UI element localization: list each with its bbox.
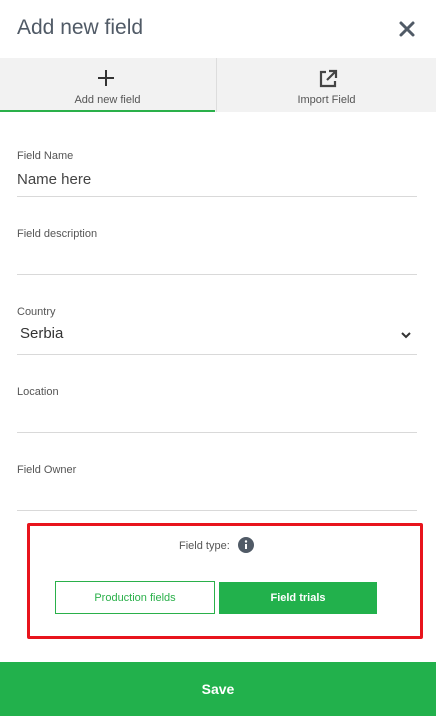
field-owner-group: Field Owner: [17, 464, 417, 512]
info-circle-icon: [238, 537, 254, 553]
location-underline: [17, 432, 417, 433]
field-name-input[interactable]: [17, 168, 417, 190]
save-button[interactable]: Save: [0, 662, 436, 716]
field-description-input[interactable]: [17, 246, 417, 268]
external-link-icon: [319, 69, 338, 88]
location-input[interactable]: [17, 404, 417, 426]
chevron-down-icon: [401, 332, 411, 339]
field-owner-input[interactable]: [17, 482, 417, 504]
tab-import-field[interactable]: Import Field: [216, 58, 436, 112]
dialog-header: Add new field: [0, 0, 436, 58]
location-group: Location: [17, 386, 417, 434]
field-name-underline: [17, 196, 417, 197]
country-label: Country: [17, 306, 56, 318]
country-underline: [17, 354, 417, 355]
field-owner-label: Field Owner: [17, 464, 77, 476]
close-icon: [399, 21, 415, 37]
field-name-group: Field Name: [17, 150, 417, 198]
country-group: Country Serbia: [17, 306, 417, 356]
tab-label: Import Field: [297, 94, 356, 106]
tab-add-new-field[interactable]: Add new field: [0, 58, 215, 112]
tab-label: Add new field: [74, 94, 141, 106]
tab-bar: Add new field Import Field: [0, 58, 436, 112]
field-owner-underline: [17, 510, 417, 511]
field-description-group: Field description: [17, 228, 417, 276]
country-select[interactable]: Serbia: [17, 320, 417, 354]
plus-icon: [98, 70, 114, 86]
location-label: Location: [17, 386, 59, 398]
info-icon[interactable]: [238, 537, 254, 553]
field-description-label: Field description: [17, 228, 98, 240]
country-value: Serbia: [20, 325, 64, 342]
dialog-title: Add new field: [17, 16, 144, 39]
field-trials-button[interactable]: Field trials: [219, 582, 377, 614]
field-name-label: Field Name: [17, 150, 74, 162]
field-type-label: Field type:: [179, 540, 230, 552]
production-fields-button[interactable]: Production fields: [55, 581, 215, 614]
close-button[interactable]: [396, 18, 420, 42]
field-description-underline: [17, 274, 417, 275]
